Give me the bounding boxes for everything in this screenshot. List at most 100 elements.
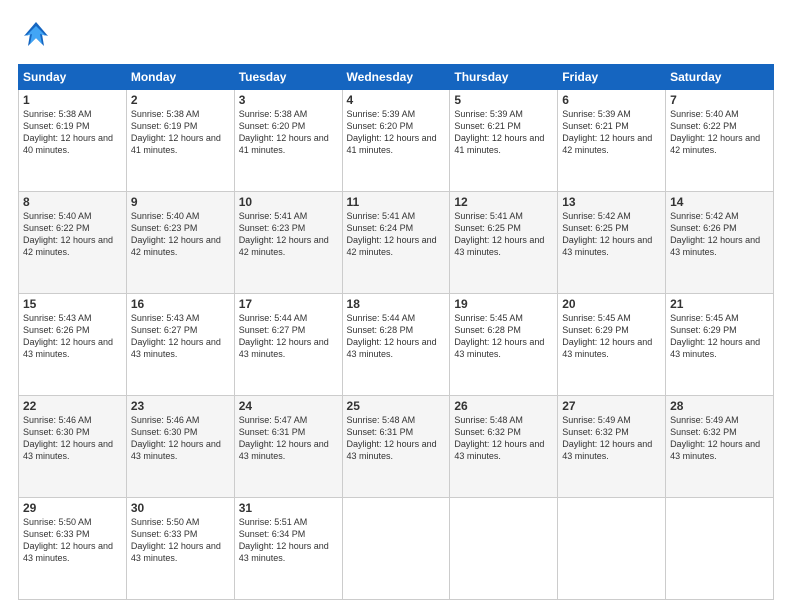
day-info: Sunrise: 5:51 AMSunset: 6:34 PMDaylight:… xyxy=(239,516,338,565)
day-cell: 13Sunrise: 5:42 AMSunset: 6:25 PMDayligh… xyxy=(558,192,666,294)
day-info: Sunrise: 5:38 AMSunset: 6:19 PMDaylight:… xyxy=(23,108,122,157)
day-info: Sunrise: 5:42 AMSunset: 6:25 PMDaylight:… xyxy=(562,210,661,259)
day-cell: 18Sunrise: 5:44 AMSunset: 6:28 PMDayligh… xyxy=(342,294,450,396)
day-info: Sunrise: 5:41 AMSunset: 6:24 PMDaylight:… xyxy=(347,210,446,259)
day-cell: 15Sunrise: 5:43 AMSunset: 6:26 PMDayligh… xyxy=(19,294,127,396)
day-info: Sunrise: 5:44 AMSunset: 6:28 PMDaylight:… xyxy=(347,312,446,361)
day-cell: 21Sunrise: 5:45 AMSunset: 6:29 PMDayligh… xyxy=(666,294,774,396)
day-cell xyxy=(342,498,450,600)
day-cell: 10Sunrise: 5:41 AMSunset: 6:23 PMDayligh… xyxy=(234,192,342,294)
day-info: Sunrise: 5:48 AMSunset: 6:31 PMDaylight:… xyxy=(347,414,446,463)
day-info: Sunrise: 5:48 AMSunset: 6:32 PMDaylight:… xyxy=(454,414,553,463)
day-number: 23 xyxy=(131,399,230,413)
day-number: 20 xyxy=(562,297,661,311)
day-number: 9 xyxy=(131,195,230,209)
day-cell xyxy=(450,498,558,600)
day-cell: 1Sunrise: 5:38 AMSunset: 6:19 PMDaylight… xyxy=(19,90,127,192)
day-cell: 27Sunrise: 5:49 AMSunset: 6:32 PMDayligh… xyxy=(558,396,666,498)
header xyxy=(18,18,774,54)
week-row-3: 15Sunrise: 5:43 AMSunset: 6:26 PMDayligh… xyxy=(19,294,774,396)
day-info: Sunrise: 5:42 AMSunset: 6:26 PMDaylight:… xyxy=(670,210,769,259)
day-cell: 3Sunrise: 5:38 AMSunset: 6:20 PMDaylight… xyxy=(234,90,342,192)
day-number: 6 xyxy=(562,93,661,107)
day-cell: 17Sunrise: 5:44 AMSunset: 6:27 PMDayligh… xyxy=(234,294,342,396)
day-number: 19 xyxy=(454,297,553,311)
day-cell: 9Sunrise: 5:40 AMSunset: 6:23 PMDaylight… xyxy=(126,192,234,294)
day-info: Sunrise: 5:43 AMSunset: 6:26 PMDaylight:… xyxy=(23,312,122,361)
day-info: Sunrise: 5:44 AMSunset: 6:27 PMDaylight:… xyxy=(239,312,338,361)
day-number: 30 xyxy=(131,501,230,515)
calendar: SundayMondayTuesdayWednesdayThursdayFrid… xyxy=(18,64,774,600)
day-number: 18 xyxy=(347,297,446,311)
day-info: Sunrise: 5:39 AMSunset: 6:21 PMDaylight:… xyxy=(562,108,661,157)
day-cell: 14Sunrise: 5:42 AMSunset: 6:26 PMDayligh… xyxy=(666,192,774,294)
day-number: 26 xyxy=(454,399,553,413)
day-info: Sunrise: 5:46 AMSunset: 6:30 PMDaylight:… xyxy=(131,414,230,463)
day-info: Sunrise: 5:50 AMSunset: 6:33 PMDaylight:… xyxy=(23,516,122,565)
day-info: Sunrise: 5:50 AMSunset: 6:33 PMDaylight:… xyxy=(131,516,230,565)
col-header-wednesday: Wednesday xyxy=(342,65,450,90)
day-number: 11 xyxy=(347,195,446,209)
day-cell: 28Sunrise: 5:49 AMSunset: 6:32 PMDayligh… xyxy=(666,396,774,498)
day-number: 12 xyxy=(454,195,553,209)
day-cell: 12Sunrise: 5:41 AMSunset: 6:25 PMDayligh… xyxy=(450,192,558,294)
day-cell: 2Sunrise: 5:38 AMSunset: 6:19 PMDaylight… xyxy=(126,90,234,192)
day-cell: 31Sunrise: 5:51 AMSunset: 6:34 PMDayligh… xyxy=(234,498,342,600)
day-number: 29 xyxy=(23,501,122,515)
day-cell: 23Sunrise: 5:46 AMSunset: 6:30 PMDayligh… xyxy=(126,396,234,498)
day-info: Sunrise: 5:39 AMSunset: 6:21 PMDaylight:… xyxy=(454,108,553,157)
day-info: Sunrise: 5:47 AMSunset: 6:31 PMDaylight:… xyxy=(239,414,338,463)
day-cell: 4Sunrise: 5:39 AMSunset: 6:20 PMDaylight… xyxy=(342,90,450,192)
day-number: 15 xyxy=(23,297,122,311)
day-number: 4 xyxy=(347,93,446,107)
day-number: 13 xyxy=(562,195,661,209)
day-number: 25 xyxy=(347,399,446,413)
day-number: 27 xyxy=(562,399,661,413)
calendar-header-row: SundayMondayTuesdayWednesdayThursdayFrid… xyxy=(19,65,774,90)
day-cell: 6Sunrise: 5:39 AMSunset: 6:21 PMDaylight… xyxy=(558,90,666,192)
day-number: 16 xyxy=(131,297,230,311)
day-number: 22 xyxy=(23,399,122,413)
col-header-friday: Friday xyxy=(558,65,666,90)
day-cell: 25Sunrise: 5:48 AMSunset: 6:31 PMDayligh… xyxy=(342,396,450,498)
day-number: 2 xyxy=(131,93,230,107)
week-row-2: 8Sunrise: 5:40 AMSunset: 6:22 PMDaylight… xyxy=(19,192,774,294)
day-cell: 11Sunrise: 5:41 AMSunset: 6:24 PMDayligh… xyxy=(342,192,450,294)
page: SundayMondayTuesdayWednesdayThursdayFrid… xyxy=(0,0,792,612)
day-info: Sunrise: 5:40 AMSunset: 6:23 PMDaylight:… xyxy=(131,210,230,259)
logo-bird-icon xyxy=(18,18,54,54)
day-cell: 22Sunrise: 5:46 AMSunset: 6:30 PMDayligh… xyxy=(19,396,127,498)
day-cell: 26Sunrise: 5:48 AMSunset: 6:32 PMDayligh… xyxy=(450,396,558,498)
day-cell: 8Sunrise: 5:40 AMSunset: 6:22 PMDaylight… xyxy=(19,192,127,294)
day-cell: 5Sunrise: 5:39 AMSunset: 6:21 PMDaylight… xyxy=(450,90,558,192)
week-row-1: 1Sunrise: 5:38 AMSunset: 6:19 PMDaylight… xyxy=(19,90,774,192)
week-row-4: 22Sunrise: 5:46 AMSunset: 6:30 PMDayligh… xyxy=(19,396,774,498)
day-number: 21 xyxy=(670,297,769,311)
day-number: 1 xyxy=(23,93,122,107)
day-number: 24 xyxy=(239,399,338,413)
col-header-sunday: Sunday xyxy=(19,65,127,90)
day-number: 31 xyxy=(239,501,338,515)
day-info: Sunrise: 5:39 AMSunset: 6:20 PMDaylight:… xyxy=(347,108,446,157)
day-cell: 20Sunrise: 5:45 AMSunset: 6:29 PMDayligh… xyxy=(558,294,666,396)
day-number: 3 xyxy=(239,93,338,107)
day-cell xyxy=(666,498,774,600)
logo xyxy=(18,18,58,54)
day-number: 7 xyxy=(670,93,769,107)
day-info: Sunrise: 5:46 AMSunset: 6:30 PMDaylight:… xyxy=(23,414,122,463)
col-header-tuesday: Tuesday xyxy=(234,65,342,90)
day-info: Sunrise: 5:38 AMSunset: 6:19 PMDaylight:… xyxy=(131,108,230,157)
day-number: 8 xyxy=(23,195,122,209)
day-cell: 19Sunrise: 5:45 AMSunset: 6:28 PMDayligh… xyxy=(450,294,558,396)
day-cell: 7Sunrise: 5:40 AMSunset: 6:22 PMDaylight… xyxy=(666,90,774,192)
day-cell: 16Sunrise: 5:43 AMSunset: 6:27 PMDayligh… xyxy=(126,294,234,396)
day-info: Sunrise: 5:41 AMSunset: 6:25 PMDaylight:… xyxy=(454,210,553,259)
day-info: Sunrise: 5:40 AMSunset: 6:22 PMDaylight:… xyxy=(23,210,122,259)
day-number: 17 xyxy=(239,297,338,311)
week-row-5: 29Sunrise: 5:50 AMSunset: 6:33 PMDayligh… xyxy=(19,498,774,600)
day-number: 10 xyxy=(239,195,338,209)
day-info: Sunrise: 5:43 AMSunset: 6:27 PMDaylight:… xyxy=(131,312,230,361)
day-info: Sunrise: 5:40 AMSunset: 6:22 PMDaylight:… xyxy=(670,108,769,157)
day-info: Sunrise: 5:38 AMSunset: 6:20 PMDaylight:… xyxy=(239,108,338,157)
day-number: 28 xyxy=(670,399,769,413)
